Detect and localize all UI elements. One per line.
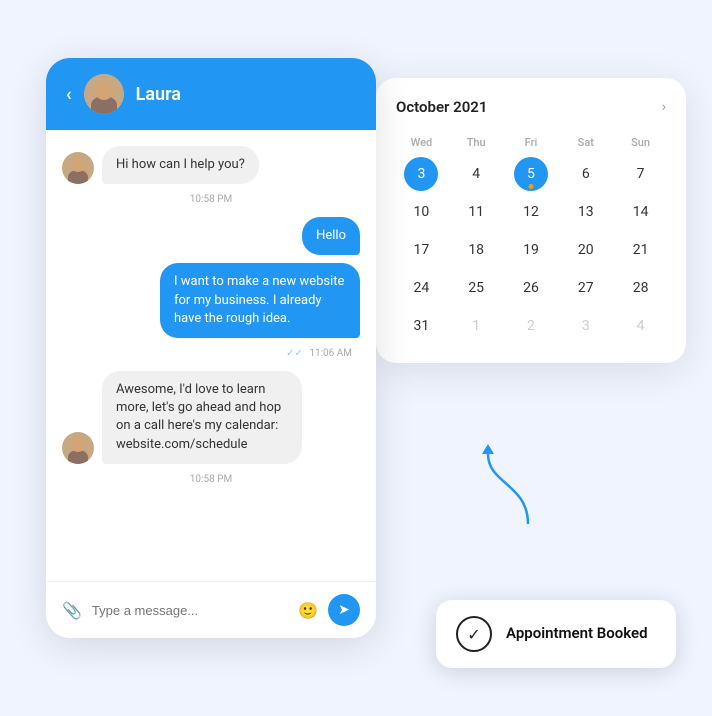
- calendar-day[interactable]: 13: [569, 195, 603, 229]
- scene: ‹ Laura Hi how can I help you? 10:58 PM …: [16, 18, 696, 698]
- calendar-day[interactable]: 18: [459, 233, 493, 267]
- calendar-day[interactable]: 7: [624, 157, 658, 191]
- send-button[interactable]: ➤: [328, 594, 360, 626]
- message-input[interactable]: [92, 603, 288, 618]
- message-timestamp: 10:58 PM: [62, 194, 360, 205]
- message-bubble: I want to make a new website for my busi…: [160, 263, 360, 338]
- chat-card: ‹ Laura Hi how can I help you? 10:58 PM …: [46, 58, 376, 638]
- avatar: [62, 152, 94, 184]
- calendar-day[interactable]: 5: [514, 157, 548, 191]
- calendar-day[interactable]: 12: [514, 195, 548, 229]
- calendar-day[interactable]: 4: [459, 157, 493, 191]
- calendar-day[interactable]: 3: [569, 309, 603, 343]
- calendar-day[interactable]: 28: [624, 271, 658, 305]
- calendar-day[interactable]: 6: [569, 157, 603, 191]
- calendar-next-button[interactable]: ›: [662, 99, 666, 115]
- calendar-day[interactable]: 20: [569, 233, 603, 267]
- message-timestamp: 10:58 PM: [62, 474, 360, 485]
- appointment-card: ✓ Appointment Booked: [436, 600, 676, 668]
- calendar-day[interactable]: 25: [459, 271, 493, 305]
- chat-user-name: Laura: [136, 84, 181, 105]
- arrow-connector: [468, 444, 548, 538]
- calendar-day[interactable]: 4: [624, 309, 658, 343]
- calendar-day[interactable]: 2: [514, 309, 548, 343]
- message-timestamp: ✓✓ 11:06 AM: [62, 348, 360, 359]
- message-row: I want to make a new website for my busi…: [62, 263, 360, 338]
- calendar-title: October 2021: [396, 98, 487, 116]
- chat-header: ‹ Laura: [46, 58, 376, 130]
- day-header-fri: Fri: [506, 132, 557, 153]
- day-header-sun: Sun: [615, 132, 666, 153]
- calendar-day[interactable]: 26: [514, 271, 548, 305]
- avatar-image: [84, 74, 124, 114]
- back-button[interactable]: ‹: [66, 84, 72, 105]
- day-header-thu: Thu: [451, 132, 502, 153]
- message-bubble: Hi how can I help you?: [102, 146, 259, 184]
- timestamp-text: 11:06 AM: [309, 348, 352, 359]
- calendar-day[interactable]: 27: [569, 271, 603, 305]
- read-check-icon: ✓✓: [286, 348, 303, 359]
- appointment-booked-label: Appointment Booked: [506, 624, 648, 644]
- calendar-day[interactable]: 3: [404, 157, 438, 191]
- message-row: Hello: [62, 217, 360, 255]
- day-header-wed: Wed: [396, 132, 447, 153]
- calendar-day[interactable]: 17: [404, 233, 438, 267]
- calendar-day[interactable]: 21: [624, 233, 658, 267]
- chat-footer: 📎 🙂 ➤: [46, 581, 376, 638]
- message-row: Hi how can I help you?: [62, 146, 360, 184]
- calendar-day[interactable]: 10: [404, 195, 438, 229]
- calendar-day[interactable]: 1: [459, 309, 493, 343]
- message-bubble: Awesome, I'd love to learn more, let's g…: [102, 371, 302, 464]
- arrow-svg: [468, 444, 548, 534]
- calendar-day[interactable]: 14: [624, 195, 658, 229]
- chat-messages: Hi how can I help you? 10:58 PM Hello I …: [46, 130, 376, 581]
- check-circle-icon: ✓: [456, 616, 492, 652]
- calendar-day[interactable]: 24: [404, 271, 438, 305]
- avatar: [62, 432, 94, 464]
- calendar-day[interactable]: 31: [404, 309, 438, 343]
- message-row: Awesome, I'd love to learn more, let's g…: [62, 371, 360, 464]
- checkmark-icon: ✓: [467, 625, 480, 644]
- calendar-header: October 2021 ›: [396, 98, 666, 116]
- message-bubble: Hello: [302, 217, 360, 255]
- calendar-day[interactable]: 19: [514, 233, 548, 267]
- calendar-day[interactable]: 11: [459, 195, 493, 229]
- calendar-card: October 2021 › Wed Thu Fri Sat Sun 3 4 5…: [376, 78, 686, 363]
- emoji-icon[interactable]: 🙂: [298, 601, 318, 620]
- day-header-sat: Sat: [560, 132, 611, 153]
- attachment-icon[interactable]: 📎: [62, 601, 82, 620]
- send-icon: ➤: [338, 602, 350, 618]
- calendar-grid: Wed Thu Fri Sat Sun 3 4 5 6 7 10 11 12 1…: [396, 132, 666, 343]
- avatar: [84, 74, 124, 114]
